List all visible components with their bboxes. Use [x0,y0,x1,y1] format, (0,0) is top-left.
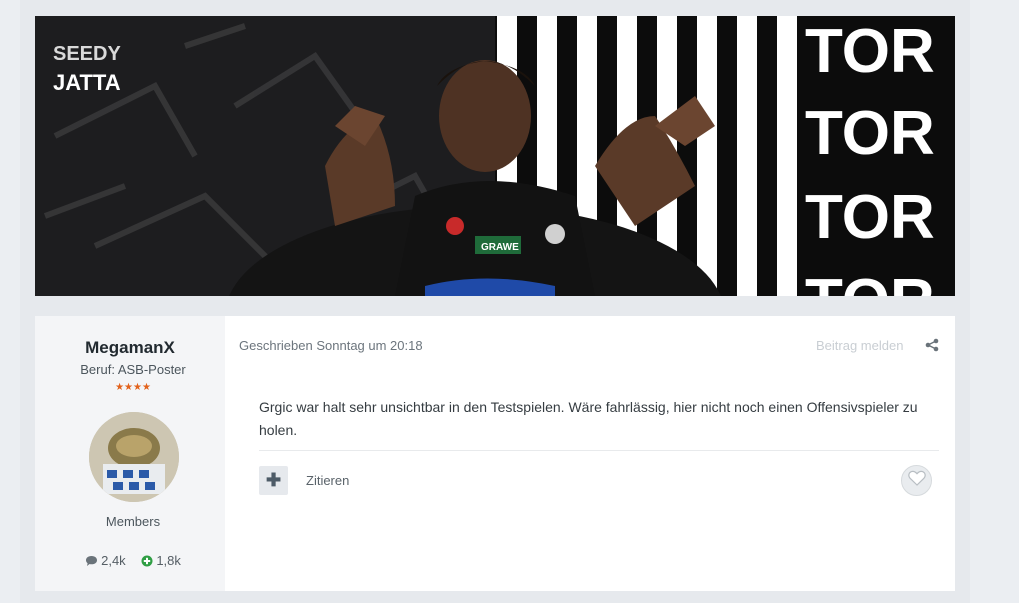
reputation-stat[interactable]: 1,8k [141,553,181,570]
profile-cover-banner: TOR TOR TOR TOR SEEDY JATTA GRAWE [35,16,955,296]
post-meta: Geschrieben Sonntag um 20:18 [239,338,423,353]
share-icon[interactable] [925,338,939,352]
multiquote-button[interactable]: ✚ [259,466,288,495]
comment-icon [85,555,98,570]
avatar[interactable] [89,412,179,502]
member-group: Members [105,514,161,529]
plus-circle-icon [141,555,153,570]
post-controls-divider [259,450,939,451]
author-title: Beruf: ASB-Poster [80,362,186,377]
reputation-count: 1,8k [156,553,181,568]
posts-count-stat[interactable]: 2,4k [85,553,126,570]
stripe-word-3: TOR [805,183,935,252]
stripe-word-1: TOR [805,17,935,86]
post-meta-prefix: Geschrieben [239,338,313,353]
author-panel: MegamanX Beruf: ASB-Poster ★★★★ Members [35,316,225,591]
author-stats: 2,4k 1,8k [35,553,231,570]
report-post-link[interactable]: Beitrag melden [816,338,903,353]
rank-stars: ★★★★ [115,382,151,393]
shirt-sponsor: GRAWE [481,242,519,253]
forum-post: MegamanX Beruf: ASB-Poster ★★★★ Members [35,316,955,591]
quote-button[interactable]: Zitieren [306,473,349,488]
banner-name-line2: JATTA [53,70,121,95]
post-time[interactable]: Sonntag um 20:18 [316,338,422,353]
banner-name-line1: SEEDY [53,43,121,65]
author-name[interactable]: MegamanX [35,338,225,358]
stripe-word-4: TOR [805,267,935,296]
stripe-word-2: TOR [805,99,935,168]
like-button[interactable] [901,465,932,496]
post-content: Grgic war halt sehr unsichtbar in den Te… [259,399,918,438]
heart-icon [907,470,926,491]
posts-count: 2,4k [101,553,126,568]
